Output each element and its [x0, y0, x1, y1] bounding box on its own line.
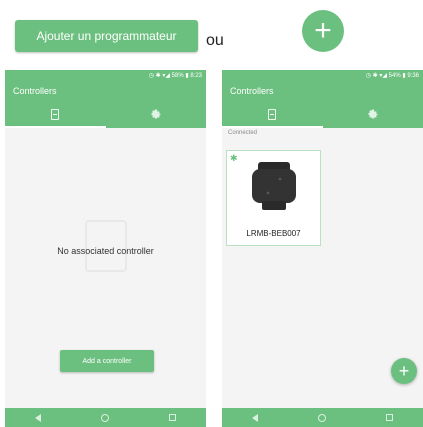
nav-recent-icon[interactable]	[169, 414, 176, 421]
phone-connected-state: ◷ ✱ ▾◢ 54% ▮ 9:36 Controllers Connected …	[222, 70, 423, 427]
tab-bar	[5, 100, 206, 128]
add-programmer-button[interactable]: Ajouter un programmateur	[15, 20, 198, 52]
app-bar-title: Controllers	[5, 81, 206, 100]
section-label-connected: Connected	[228, 130, 258, 136]
nav-back-icon[interactable]	[35, 413, 41, 422]
gear-icon	[368, 109, 378, 119]
or-label: ou	[206, 32, 224, 49]
empty-message: No associated controller	[57, 246, 154, 256]
gear-icon	[151, 109, 161, 119]
tab-controllers[interactable]	[222, 100, 323, 128]
add-controller-fab[interactable]: +	[391, 358, 417, 384]
tab-settings[interactable]	[323, 100, 423, 128]
tab-controllers[interactable]	[5, 100, 106, 128]
nav-home-icon[interactable]	[101, 413, 109, 422]
add-controller-button[interactable]: Add a controller	[60, 350, 154, 372]
plus-icon: +	[398, 361, 410, 381]
content-area: Connected ✱ LRMB-BEB007 +	[222, 128, 423, 408]
status-bar: ◷ ✱ ▾◢ 54% ▮ 9:36	[222, 70, 423, 81]
device-tab-icon	[268, 108, 277, 120]
add-fab-button[interactable]: +	[302, 10, 344, 52]
screenshot-root: Ajouter un programmateur ou + ◷ ✱ ▾◢ 58%…	[0, 0, 423, 427]
controller-name: LRMB-BEB007	[246, 229, 301, 238]
tab-bar	[222, 100, 423, 128]
tab-settings[interactable]	[106, 100, 207, 128]
nav-back-icon[interactable]	[252, 413, 258, 422]
controller-card[interactable]: ✱ LRMB-BEB007	[226, 150, 321, 246]
nav-recent-icon[interactable]	[386, 414, 393, 421]
device-tab-icon	[51, 108, 60, 120]
content-area: No associated controller Add a controlle…	[5, 128, 206, 408]
app-bar-title: Controllers	[222, 81, 423, 100]
controller-device-image	[252, 162, 296, 210]
status-bar: ◷ ✱ ▾◢ 58% ▮ 8:23	[5, 70, 206, 81]
android-nav-bar	[222, 408, 423, 427]
plus-icon: +	[314, 14, 332, 47]
android-nav-bar	[5, 408, 206, 427]
nav-home-icon[interactable]	[318, 413, 326, 422]
bluetooth-icon: ✱	[230, 153, 238, 163]
phone-empty-state: ◷ ✱ ▾◢ 58% ▮ 8:23 Controllers No associa…	[5, 70, 206, 427]
